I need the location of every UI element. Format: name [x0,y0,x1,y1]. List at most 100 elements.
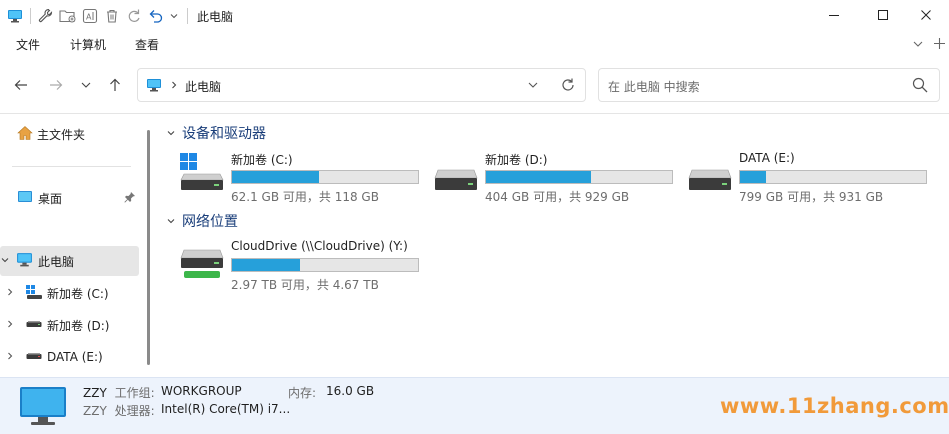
arrow-up-icon [110,78,120,91]
drive-icon [688,169,732,190]
drive-free-space: 62.1 GB 可用，共 118 GB [231,190,379,204]
expand-chevron-icon[interactable] [5,318,15,332]
properties-wrench-icon[interactable] [37,7,55,25]
close-button[interactable] [903,0,949,30]
drive-usage-fill [232,171,320,183]
rename-icon[interactable]: A [81,7,99,25]
redo-icon[interactable] [125,7,143,25]
section-title: 网络位置 [182,214,238,230]
arrow-right-icon [50,80,63,90]
sidebar-item-label: 新加卷 (D:) [47,318,110,333]
up-button[interactable] [105,75,125,95]
menu-file[interactable]: 文件 [16,36,40,53]
back-button[interactable] [11,75,31,95]
pin-icon[interactable] [124,191,136,206]
refresh-icon [562,78,574,91]
network-drive-tile-y[interactable]: CloudDrive (\\CloudDrive) (Y:) 2.97 TB 可… [180,238,430,294]
drive-free-space: 2.97 TB 可用，共 4.67 TB [231,278,379,292]
search-box[interactable]: 在 此电脑 中搜索 [598,68,940,102]
memory-value: 16.0 GB [326,384,375,398]
computer-large-icon [19,386,67,431]
refresh-button[interactable] [560,77,576,96]
sidebar-divider [12,166,131,167]
processor-label: 处理器: [114,404,155,418]
maximize-button[interactable] [860,0,906,30]
search-icon[interactable] [912,77,928,96]
drive-name: DATA (E:) [739,151,795,165]
sidebar-item-drive-d[interactable]: 新加卷 (D:) [0,310,139,340]
drive-usage-bar [739,170,927,184]
windows-drive-icon [26,284,42,302]
section-title: 设备和驱动器 [182,126,266,142]
toolbar-separator [187,8,188,24]
sidebar-item-drive-e[interactable]: DATA (E:) [0,342,139,372]
close-icon [921,10,931,20]
minimize-button[interactable] [811,0,857,30]
drive-tile-e[interactable]: DATA (E:) 799 GB 可用，共 931 GB [688,150,938,206]
sidebar-item-home[interactable]: 主文件夹 [0,119,139,149]
ribbon-expand-chevron-icon[interactable] [912,38,924,53]
network-drive-icon [180,249,224,278]
drive-usage-fill [232,259,300,271]
window-title: 此电脑 [197,10,234,24]
search-input[interactable]: 在 此电脑 中搜索 [608,78,700,95]
delete-icon[interactable] [103,7,121,25]
arrow-left-icon [14,80,27,90]
processor-value: Intel(R) Core(TM) i7... [161,402,291,416]
new-tab-plus-icon[interactable] [933,37,946,53]
drive-icon [26,318,42,332]
sidebar-item-label: 新加卷 (C:) [47,286,109,301]
workgroup-label: 工作组: [114,386,155,400]
drive-free-space: 404 GB 可用，共 929 GB [485,190,630,204]
expand-chevron-icon[interactable] [5,286,15,300]
forward-button[interactable] [46,75,66,95]
drive-tile-d[interactable]: 新加卷 (D:) 404 GB 可用，共 929 GB [434,150,684,206]
expand-chevron-icon[interactable] [0,254,10,268]
drive-free-space: 799 GB 可用，共 931 GB [739,190,884,204]
computer-icon [146,78,162,95]
recent-locations-button[interactable] [76,75,96,95]
home-icon [17,125,33,144]
undo-icon[interactable] [147,7,165,25]
address-history-dropdown[interactable] [527,79,539,94]
watermark-text: www.11zhang.com [720,394,949,418]
drive-name: 新加卷 (D:) [485,153,548,167]
sidebar-item-desktop[interactable]: 桌面 [0,183,139,213]
new-folder-icon[interactable] [59,7,77,25]
chevron-down-icon [167,219,175,224]
sidebar-item-drive-c[interactable]: 新加卷 (C:) [0,278,139,308]
menu-view[interactable]: 查看 [135,36,159,53]
section-devices-header[interactable]: 设备和驱动器 [166,123,266,143]
desktop-icon [17,190,33,207]
computer-name-2: ZZY [83,404,107,418]
menu-computer[interactable]: 计算机 [70,36,106,53]
drive-usage-bar [231,170,419,184]
title-bar: A 此电脑 [0,0,949,30]
sidebar-item-label: DATA (E:) [47,350,103,364]
drive-tile-c[interactable]: 新加卷 (C:) 62.1 GB 可用，共 118 GB [180,150,430,206]
sidebar-item-this-pc[interactable]: 此电脑 [0,246,139,276]
toolbar-separator [30,8,31,24]
chevron-down-icon [81,82,91,88]
chevron-down-icon[interactable] [169,7,179,25]
drive-icon [26,350,42,364]
breadcrumb-chevron-icon[interactable] [169,79,179,93]
breadcrumb-this-pc[interactable]: 此电脑 [185,78,221,95]
drive-usage-bar [231,258,419,272]
sidebar-item-label: 桌面 [38,191,63,206]
drive-usage-fill [486,171,592,183]
sidebar-item-label: 此电脑 [38,254,75,269]
svg-text:A: A [86,13,92,22]
chevron-down-icon [528,82,538,88]
content-pane: 设备和驱动器 新加卷 (C:) 62.1 GB 可用，共 118 GB 新加卷 … [150,114,949,377]
computer-name: ZZY [83,386,107,400]
computer-icon[interactable] [6,7,24,25]
drive-name: CloudDrive (\\CloudDrive) (Y:) [231,239,408,253]
address-bar[interactable]: 此电脑 [137,68,586,102]
section-network-header[interactable]: 网络位置 [166,211,238,231]
navigation-pane: 主文件夹 桌面 此电脑 新加卷 (C:) 新加卷 (D:) DATA (E:) [0,114,148,377]
expand-chevron-icon[interactable] [5,350,15,364]
drive-icon [434,169,478,190]
maximize-icon [878,10,888,20]
navigation-bar: 此电脑 在 此电脑 中搜索 [0,66,949,104]
